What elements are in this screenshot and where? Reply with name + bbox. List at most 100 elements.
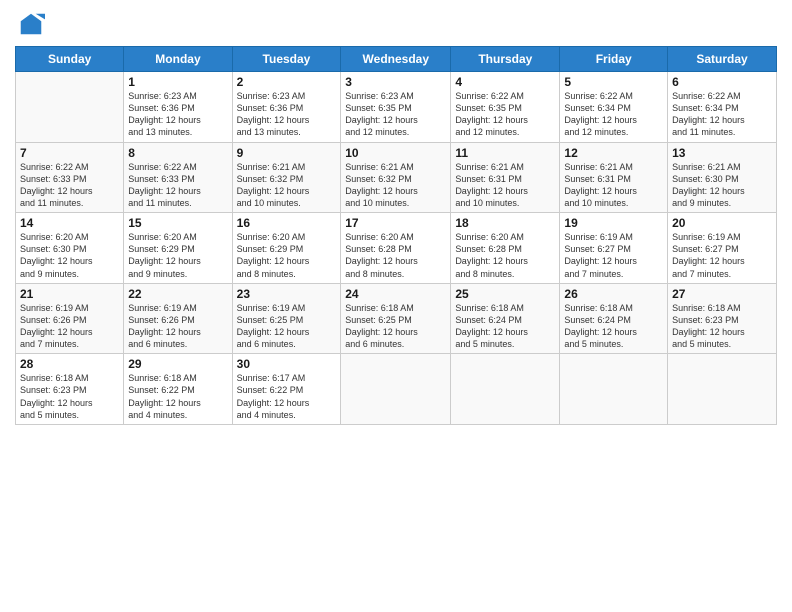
day-number: 12 [564, 146, 663, 160]
day-info: Sunrise: 6:18 AM Sunset: 6:24 PM Dayligh… [455, 302, 555, 351]
day-info: Sunrise: 6:18 AM Sunset: 6:23 PM Dayligh… [672, 302, 772, 351]
day-number: 27 [672, 287, 772, 301]
day-number: 13 [672, 146, 772, 160]
day-info: Sunrise: 6:23 AM Sunset: 6:36 PM Dayligh… [128, 90, 227, 139]
day-info: Sunrise: 6:20 AM Sunset: 6:28 PM Dayligh… [455, 231, 555, 280]
calendar-day: 1Sunrise: 6:23 AM Sunset: 6:36 PM Daylig… [124, 72, 232, 143]
day-number: 22 [128, 287, 227, 301]
calendar-day: 10Sunrise: 6:21 AM Sunset: 6:32 PM Dayli… [341, 142, 451, 213]
weekday-header: Monday [124, 47, 232, 72]
day-number: 23 [237, 287, 337, 301]
calendar-day: 30Sunrise: 6:17 AM Sunset: 6:22 PM Dayli… [232, 354, 341, 425]
day-info: Sunrise: 6:19 AM Sunset: 6:26 PM Dayligh… [128, 302, 227, 351]
calendar-day: 19Sunrise: 6:19 AM Sunset: 6:27 PM Dayli… [560, 213, 668, 284]
day-info: Sunrise: 6:21 AM Sunset: 6:30 PM Dayligh… [672, 161, 772, 210]
calendar-week-row: 14Sunrise: 6:20 AM Sunset: 6:30 PM Dayli… [16, 213, 777, 284]
calendar-table: SundayMondayTuesdayWednesdayThursdayFrid… [15, 46, 777, 425]
weekday-header: Tuesday [232, 47, 341, 72]
day-number: 18 [455, 216, 555, 230]
header [15, 10, 777, 38]
day-number: 14 [20, 216, 119, 230]
calendar-week-row: 1Sunrise: 6:23 AM Sunset: 6:36 PM Daylig… [16, 72, 777, 143]
calendar-day: 5Sunrise: 6:22 AM Sunset: 6:34 PM Daylig… [560, 72, 668, 143]
calendar-day: 15Sunrise: 6:20 AM Sunset: 6:29 PM Dayli… [124, 213, 232, 284]
calendar-day [560, 354, 668, 425]
calendar-day [451, 354, 560, 425]
day-info: Sunrise: 6:20 AM Sunset: 6:29 PM Dayligh… [237, 231, 337, 280]
logo-icon [17, 10, 45, 38]
calendar-day: 24Sunrise: 6:18 AM Sunset: 6:25 PM Dayli… [341, 283, 451, 354]
calendar-day [16, 72, 124, 143]
day-number: 1 [128, 75, 227, 89]
day-number: 16 [237, 216, 337, 230]
day-number: 9 [237, 146, 337, 160]
calendar-day: 9Sunrise: 6:21 AM Sunset: 6:32 PM Daylig… [232, 142, 341, 213]
day-number: 8 [128, 146, 227, 160]
day-number: 15 [128, 216, 227, 230]
calendar-day: 2Sunrise: 6:23 AM Sunset: 6:36 PM Daylig… [232, 72, 341, 143]
day-number: 3 [345, 75, 446, 89]
calendar-day: 26Sunrise: 6:18 AM Sunset: 6:24 PM Dayli… [560, 283, 668, 354]
calendar-day [341, 354, 451, 425]
day-info: Sunrise: 6:22 AM Sunset: 6:33 PM Dayligh… [128, 161, 227, 210]
calendar-day: 14Sunrise: 6:20 AM Sunset: 6:30 PM Dayli… [16, 213, 124, 284]
calendar-day: 29Sunrise: 6:18 AM Sunset: 6:22 PM Dayli… [124, 354, 232, 425]
day-info: Sunrise: 6:18 AM Sunset: 6:25 PM Dayligh… [345, 302, 446, 351]
calendar-day [668, 354, 777, 425]
day-number: 11 [455, 146, 555, 160]
calendar-day: 27Sunrise: 6:18 AM Sunset: 6:23 PM Dayli… [668, 283, 777, 354]
calendar-day: 25Sunrise: 6:18 AM Sunset: 6:24 PM Dayli… [451, 283, 560, 354]
day-info: Sunrise: 6:20 AM Sunset: 6:30 PM Dayligh… [20, 231, 119, 280]
day-info: Sunrise: 6:22 AM Sunset: 6:33 PM Dayligh… [20, 161, 119, 210]
day-info: Sunrise: 6:19 AM Sunset: 6:26 PM Dayligh… [20, 302, 119, 351]
day-number: 29 [128, 357, 227, 371]
day-info: Sunrise: 6:21 AM Sunset: 6:31 PM Dayligh… [564, 161, 663, 210]
day-number: 5 [564, 75, 663, 89]
weekday-header: Friday [560, 47, 668, 72]
day-number: 26 [564, 287, 663, 301]
calendar-day: 4Sunrise: 6:22 AM Sunset: 6:35 PM Daylig… [451, 72, 560, 143]
weekday-header: Thursday [451, 47, 560, 72]
weekday-header: Wednesday [341, 47, 451, 72]
day-number: 4 [455, 75, 555, 89]
day-info: Sunrise: 6:19 AM Sunset: 6:27 PM Dayligh… [672, 231, 772, 280]
calendar-day: 20Sunrise: 6:19 AM Sunset: 6:27 PM Dayli… [668, 213, 777, 284]
day-info: Sunrise: 6:21 AM Sunset: 6:32 PM Dayligh… [345, 161, 446, 210]
calendar-day: 18Sunrise: 6:20 AM Sunset: 6:28 PM Dayli… [451, 213, 560, 284]
day-info: Sunrise: 6:20 AM Sunset: 6:29 PM Dayligh… [128, 231, 227, 280]
day-info: Sunrise: 6:21 AM Sunset: 6:32 PM Dayligh… [237, 161, 337, 210]
day-info: Sunrise: 6:19 AM Sunset: 6:25 PM Dayligh… [237, 302, 337, 351]
calendar-week-row: 7Sunrise: 6:22 AM Sunset: 6:33 PM Daylig… [16, 142, 777, 213]
day-number: 25 [455, 287, 555, 301]
day-info: Sunrise: 6:21 AM Sunset: 6:31 PM Dayligh… [455, 161, 555, 210]
calendar-day: 28Sunrise: 6:18 AM Sunset: 6:23 PM Dayli… [16, 354, 124, 425]
day-number: 7 [20, 146, 119, 160]
day-info: Sunrise: 6:22 AM Sunset: 6:34 PM Dayligh… [564, 90, 663, 139]
calendar-day: 7Sunrise: 6:22 AM Sunset: 6:33 PM Daylig… [16, 142, 124, 213]
day-info: Sunrise: 6:17 AM Sunset: 6:22 PM Dayligh… [237, 372, 337, 421]
calendar-day: 3Sunrise: 6:23 AM Sunset: 6:35 PM Daylig… [341, 72, 451, 143]
day-number: 19 [564, 216, 663, 230]
weekday-header: Sunday [16, 47, 124, 72]
day-info: Sunrise: 6:20 AM Sunset: 6:28 PM Dayligh… [345, 231, 446, 280]
calendar-day: 17Sunrise: 6:20 AM Sunset: 6:28 PM Dayli… [341, 213, 451, 284]
day-info: Sunrise: 6:18 AM Sunset: 6:23 PM Dayligh… [20, 372, 119, 421]
calendar-day: 13Sunrise: 6:21 AM Sunset: 6:30 PM Dayli… [668, 142, 777, 213]
calendar-day: 23Sunrise: 6:19 AM Sunset: 6:25 PM Dayli… [232, 283, 341, 354]
calendar-day: 21Sunrise: 6:19 AM Sunset: 6:26 PM Dayli… [16, 283, 124, 354]
logo [15, 10, 45, 38]
day-number: 17 [345, 216, 446, 230]
day-info: Sunrise: 6:22 AM Sunset: 6:35 PM Dayligh… [455, 90, 555, 139]
day-info: Sunrise: 6:22 AM Sunset: 6:34 PM Dayligh… [672, 90, 772, 139]
weekday-header: Saturday [668, 47, 777, 72]
calendar-day: 11Sunrise: 6:21 AM Sunset: 6:31 PM Dayli… [451, 142, 560, 213]
day-number: 21 [20, 287, 119, 301]
calendar-week-row: 21Sunrise: 6:19 AM Sunset: 6:26 PM Dayli… [16, 283, 777, 354]
day-number: 10 [345, 146, 446, 160]
calendar-day: 16Sunrise: 6:20 AM Sunset: 6:29 PM Dayli… [232, 213, 341, 284]
day-number: 20 [672, 216, 772, 230]
calendar-week-row: 28Sunrise: 6:18 AM Sunset: 6:23 PM Dayli… [16, 354, 777, 425]
calendar-day: 6Sunrise: 6:22 AM Sunset: 6:34 PM Daylig… [668, 72, 777, 143]
day-info: Sunrise: 6:18 AM Sunset: 6:22 PM Dayligh… [128, 372, 227, 421]
day-info: Sunrise: 6:18 AM Sunset: 6:24 PM Dayligh… [564, 302, 663, 351]
